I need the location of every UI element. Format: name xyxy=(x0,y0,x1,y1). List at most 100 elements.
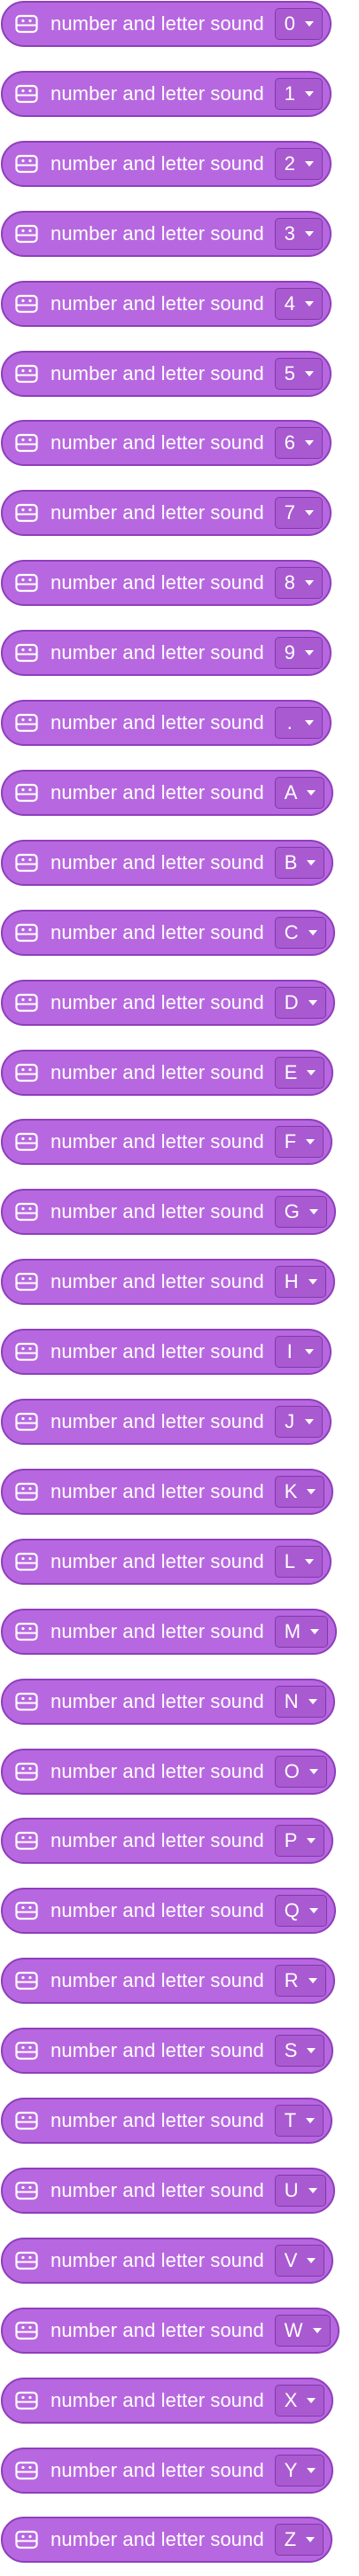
chevron-down-icon xyxy=(305,2534,316,2545)
chevron-down-icon xyxy=(308,2185,318,2196)
block-label: number and letter sound xyxy=(51,1130,264,1153)
value-dropdown[interactable]: A xyxy=(274,776,325,809)
value-dropdown[interactable]: Y xyxy=(274,2454,325,2487)
value-dropdown[interactable]: . xyxy=(274,707,323,739)
chevron-down-icon xyxy=(304,19,315,29)
block-number-letter-sound[interactable]: number and letter sound G xyxy=(1,1189,336,1236)
dropdown-value: T xyxy=(284,2109,297,2131)
block-number-letter-sound[interactable]: number and letter sound. xyxy=(1,700,332,746)
value-dropdown[interactable]: T xyxy=(274,2105,324,2137)
block-number-letter-sound[interactable]: number and letter sound F xyxy=(1,1119,333,1166)
block-number-letter-sound[interactable]: number and letter sound Q xyxy=(1,1888,336,1935)
block-label: number and letter sound xyxy=(51,1759,264,1782)
block-number-letter-sound[interactable]: number and letter sound A xyxy=(1,769,334,816)
value-dropdown[interactable]: K xyxy=(274,1475,325,1508)
dropdown-value: 9 xyxy=(284,641,296,664)
value-dropdown[interactable]: G xyxy=(274,1196,327,1229)
value-dropdown[interactable]: V xyxy=(274,2244,325,2277)
value-dropdown[interactable]: 2 xyxy=(274,147,324,180)
block-number-letter-sound[interactable]: number and letter sound 5 xyxy=(1,350,332,397)
block-number-letter-sound[interactable]: number and letter sound E xyxy=(1,1049,334,1096)
block-number-letter-sound[interactable]: number and letter sound O xyxy=(1,1748,336,1795)
block-number-letter-sound[interactable]: number and letter sound Z xyxy=(1,2517,333,2564)
block-number-letter-sound[interactable]: number and letter sound T xyxy=(1,2098,333,2144)
chevron-down-icon xyxy=(304,369,315,379)
dropdown-value: D xyxy=(284,990,299,1013)
value-dropdown[interactable]: P xyxy=(274,1825,325,1858)
value-dropdown[interactable]: X xyxy=(274,2384,325,2417)
value-dropdown[interactable]: E xyxy=(274,1056,325,1089)
value-dropdown[interactable]: 6 xyxy=(274,427,324,460)
block-number-letter-sound[interactable]: number and letter sound 4 xyxy=(1,280,332,327)
dropdown-value: 2 xyxy=(284,151,296,175)
block-number-letter-sound[interactable]: number and letter sound 2 xyxy=(1,140,332,187)
value-dropdown[interactable]: 5 xyxy=(274,357,324,390)
block-number-letter-sound[interactable]: number and letter sound L xyxy=(1,1538,332,1585)
block-number-letter-sound[interactable]: number and letter sound I xyxy=(1,1329,332,1376)
value-dropdown[interactable]: Q xyxy=(274,1895,327,1928)
value-dropdown[interactable]: 4 xyxy=(274,287,324,320)
value-dropdown[interactable]: L xyxy=(274,1545,324,1578)
value-dropdown[interactable]: W xyxy=(274,2314,331,2347)
block-number-letter-sound[interactable]: number and letter sound 3 xyxy=(1,210,332,257)
value-dropdown[interactable]: S xyxy=(274,2035,325,2068)
dropdown-value: P xyxy=(284,1829,298,1852)
value-dropdown[interactable]: 1 xyxy=(274,77,324,110)
block-number-letter-sound[interactable]: number and letter sound D xyxy=(1,979,335,1026)
value-dropdown[interactable]: M xyxy=(274,1615,329,1648)
block-number-letter-sound[interactable]: number and letter sound V xyxy=(1,2237,334,2284)
robot-icon xyxy=(14,2458,39,2483)
block-number-letter-sound[interactable]: number and letter sound 7 xyxy=(1,490,332,537)
block-number-letter-sound[interactable]: number and letter sound 6 xyxy=(1,420,332,467)
block-number-letter-sound[interactable]: number and letter sound P xyxy=(1,1818,334,1865)
block-number-letter-sound[interactable]: number and letter sound R xyxy=(1,1958,335,2005)
block-number-letter-sound[interactable]: number and letter sound W xyxy=(1,2307,339,2354)
dropdown-value: 5 xyxy=(284,361,296,384)
block-number-letter-sound[interactable]: number and letter sound 0 xyxy=(1,1,332,47)
block-label: number and letter sound xyxy=(51,1899,264,1922)
value-dropdown[interactable]: B xyxy=(274,846,325,879)
block-label: number and letter sound xyxy=(51,1689,264,1712)
value-dropdown[interactable]: O xyxy=(274,1755,327,1788)
block-number-letter-sound[interactable]: number and letter sound U xyxy=(1,2167,335,2214)
chevron-down-icon xyxy=(304,718,315,728)
value-dropdown[interactable]: 3 xyxy=(274,217,324,250)
value-dropdown[interactable]: I xyxy=(274,1336,323,1369)
block-number-letter-sound[interactable]: number and letter sound X xyxy=(1,2377,334,2424)
block-number-letter-sound[interactable]: number and letter sound B xyxy=(1,839,334,886)
block-number-letter-sound[interactable]: number and letter sound S xyxy=(1,2028,334,2075)
value-dropdown[interactable]: 9 xyxy=(274,637,324,670)
value-dropdown[interactable]: 0 xyxy=(274,8,324,40)
chevron-down-icon xyxy=(308,1766,319,1777)
value-dropdown[interactable]: 8 xyxy=(274,567,324,600)
robot-icon xyxy=(14,1060,39,1085)
block-number-letter-sound[interactable]: number and letter sound 9 xyxy=(1,630,332,677)
value-dropdown[interactable]: N xyxy=(274,1685,326,1718)
robot-icon xyxy=(14,1339,39,1364)
value-dropdown[interactable]: J xyxy=(274,1406,323,1438)
block-label: number and letter sound xyxy=(51,1270,264,1293)
value-dropdown[interactable]: 7 xyxy=(274,497,324,530)
dropdown-value: Z xyxy=(284,2528,297,2551)
value-dropdown[interactable]: U xyxy=(274,2174,326,2207)
block-number-letter-sound[interactable]: number and letter sound C xyxy=(1,909,335,956)
block-number-letter-sound[interactable]: number and letter sound 1 xyxy=(1,70,332,117)
block-number-letter-sound[interactable]: number and letter sound H xyxy=(1,1259,335,1306)
value-dropdown[interactable]: C xyxy=(274,916,326,949)
block-number-letter-sound[interactable]: number and letter sound J xyxy=(1,1399,332,1445)
block-number-letter-sound[interactable]: number and letter sound K xyxy=(1,1468,334,1515)
block-number-letter-sound[interactable]: number and letter sound N xyxy=(1,1678,335,1725)
block-number-letter-sound[interactable]: number and letter sound Y xyxy=(1,2447,334,2494)
block-number-letter-sound[interactable]: number and letter sound M xyxy=(1,1608,338,1655)
robot-icon xyxy=(14,2388,39,2413)
value-dropdown[interactable]: H xyxy=(274,1266,326,1299)
value-dropdown[interactable]: R xyxy=(274,1965,326,1998)
robot-icon xyxy=(14,1129,39,1154)
block-label: number and letter sound xyxy=(51,221,264,244)
value-dropdown[interactable]: D xyxy=(274,986,326,1019)
block-label: number and letter sound xyxy=(51,1340,264,1363)
value-dropdown[interactable]: F xyxy=(274,1126,324,1159)
block-number-letter-sound[interactable]: number and letter sound 8 xyxy=(1,560,332,607)
dropdown-value: 3 xyxy=(284,221,296,244)
value-dropdown[interactable]: Z xyxy=(274,2524,324,2557)
